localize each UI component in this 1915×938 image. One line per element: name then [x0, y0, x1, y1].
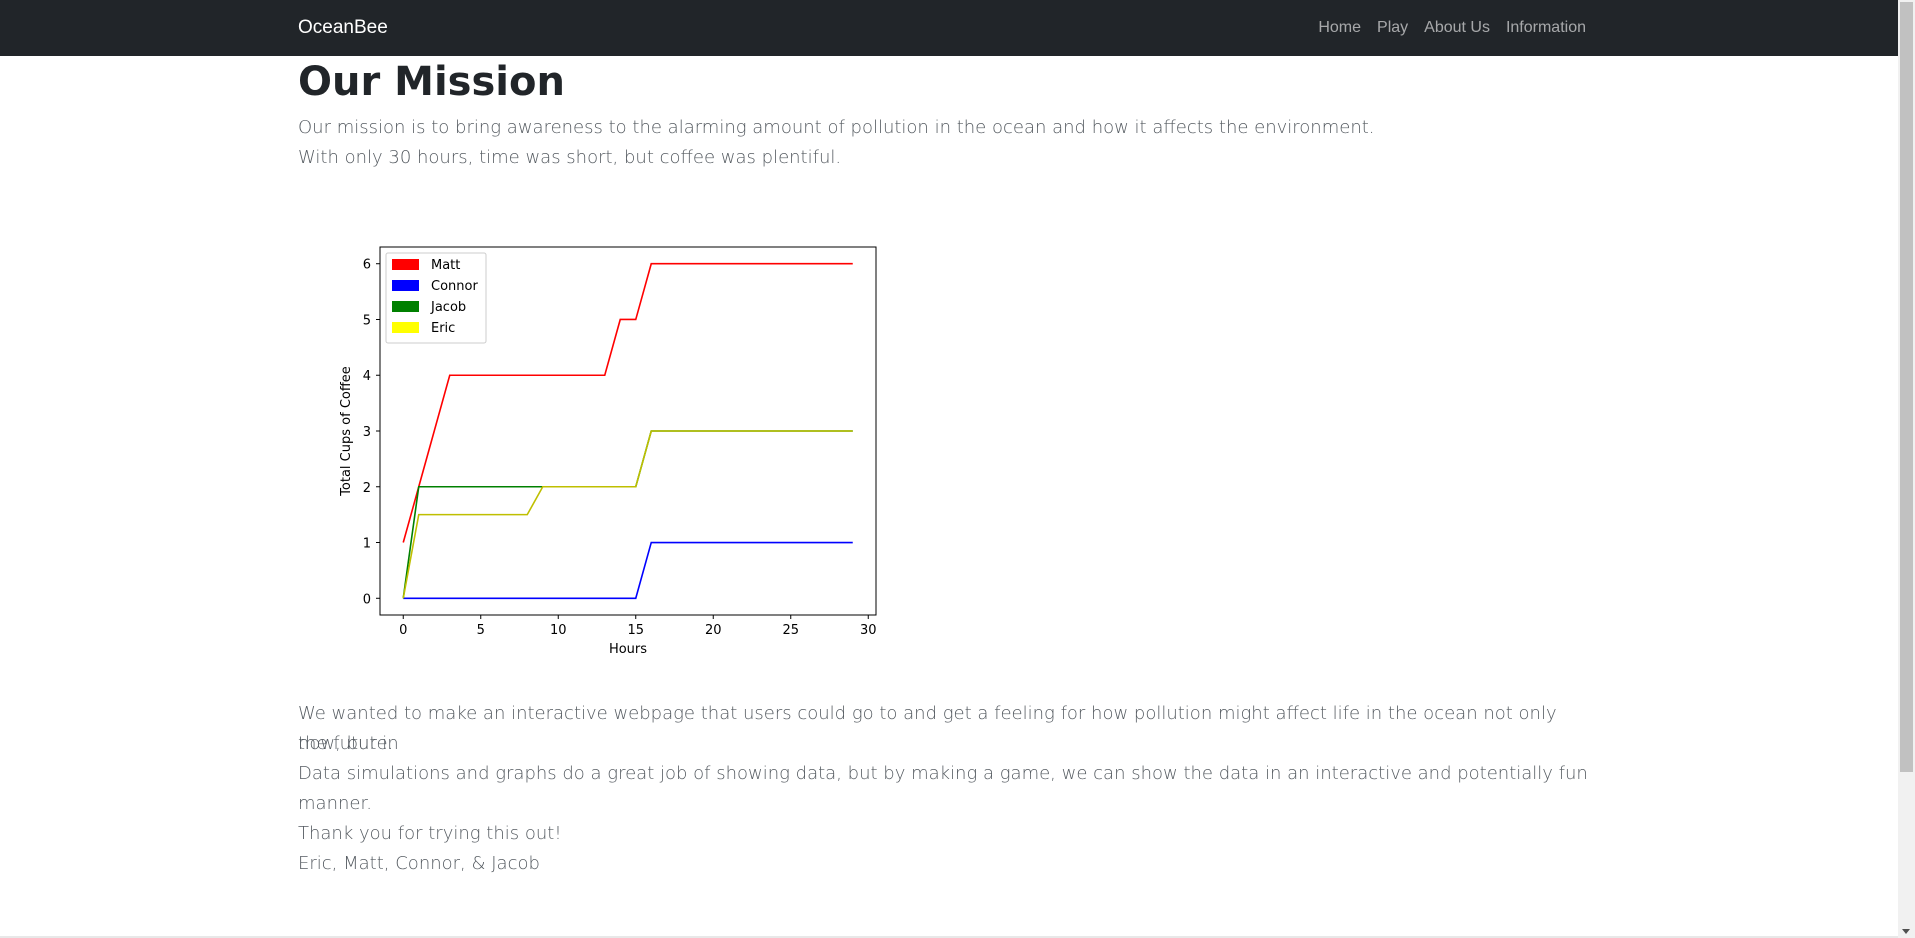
- scrollbar-thumb[interactable]: [1900, 2, 1913, 772]
- signature-text: Eric, Matt, Connor, & Jacob: [298, 853, 540, 874]
- nav-link-home[interactable]: Home: [1318, 18, 1361, 38]
- scroll-down-arrow-icon[interactable]: [1902, 929, 1910, 934]
- y-tick-label: 2: [363, 481, 371, 496]
- y-axis-label: Total Cups of Coffee: [339, 366, 354, 497]
- y-tick-label: 5: [363, 313, 371, 328]
- x-tick-label: 15: [627, 623, 644, 638]
- paragraph-2: Data simulations and graphs do a great j…: [298, 763, 1588, 814]
- x-axis-label: Hours: [609, 642, 647, 657]
- x-tick-label: 30: [860, 623, 877, 638]
- nav-links: Home Play About Us Information: [1302, 18, 1586, 38]
- x-tick-label: 5: [477, 623, 485, 638]
- vertical-scrollbar[interactable]: [1898, 0, 1915, 938]
- x-tick-label: 0: [399, 623, 407, 638]
- y-tick-label: 4: [363, 369, 371, 384]
- navbar: OceanBee Home Play About Us Information: [0, 0, 1898, 56]
- series-line-eric: [402, 430, 853, 599]
- page-title: Our Mission: [298, 59, 565, 105]
- intro-line-2: With only 30 hours, time was short, but …: [298, 147, 842, 168]
- y-tick-label: 6: [363, 258, 371, 273]
- series-line-connor: [403, 541, 853, 600]
- legend-label-jacob: Jacob: [430, 300, 466, 315]
- legend-swatch-jacob: [392, 301, 419, 312]
- legend-label-eric: Eric: [431, 321, 455, 336]
- intro-line-1: Our mission is to bring awareness to the…: [298, 117, 1375, 138]
- thanks-text: Thank you for trying this out!: [298, 823, 562, 844]
- nav-link-information[interactable]: Information: [1506, 18, 1586, 38]
- x-tick-label: 20: [705, 623, 722, 638]
- coffee-chart: 0 5 10 15 20 25 30 0 1 2 3 4 5 6 Matt Connor Jacob Eric …: [330, 235, 890, 669]
- legend-swatch-connor: [392, 280, 419, 291]
- nav-link-play[interactable]: Play: [1377, 18, 1408, 38]
- y-tick-label: 3: [363, 425, 371, 440]
- legend-swatch-eric: [392, 322, 419, 333]
- nav-link-about-us[interactable]: About Us: [1424, 18, 1490, 38]
- y-tick-label: 1: [363, 537, 371, 552]
- brand-link[interactable]: OceanBee: [298, 16, 388, 40]
- x-tick-label: 10: [550, 623, 567, 638]
- paragraph-1-line-2: the future.: [298, 733, 394, 754]
- y-tick-label: 0: [363, 592, 371, 607]
- legend-swatch-matt: [392, 259, 419, 270]
- paragraph-1-line-1: We wanted to make an interactive webpage…: [298, 703, 1557, 754]
- coffee-chart-svg: 0 5 10 15 20 25 300123456 MattConnorJacobEric …: [339, 246, 877, 657]
- x-tick-label: 25: [782, 623, 799, 638]
- legend-label-matt: Matt: [431, 258, 460, 273]
- legend-label-connor: Connor: [431, 279, 478, 294]
